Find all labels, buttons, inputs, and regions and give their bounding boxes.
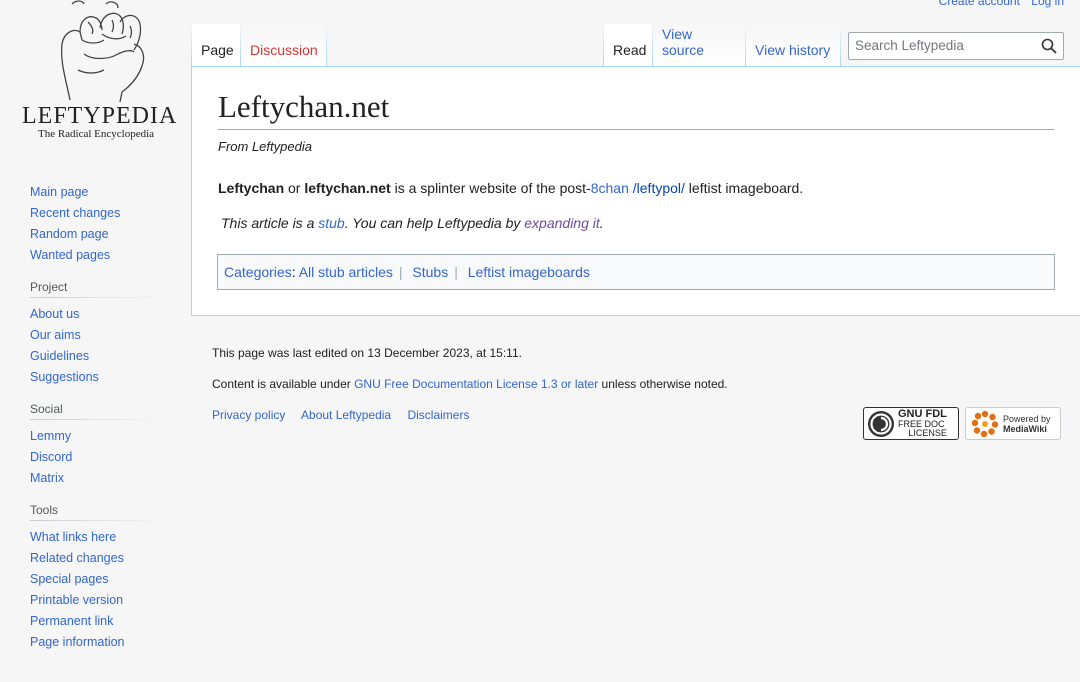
footer: This page was last edited on 13 December… <box>212 346 728 422</box>
page-title: Leftychan.net <box>218 87 1054 130</box>
category-link[interactable]: All stub articles <box>299 264 393 280</box>
link-leftypol[interactable]: /leftypol/ <box>633 180 685 196</box>
license-link[interactable]: GNU Free Documentation License 1.3 or la… <box>354 377 598 391</box>
link-8chan[interactable]: 8chan <box>591 180 629 196</box>
intro-paragraph: Leftychan or leftychan.net is a splinter… <box>218 180 804 196</box>
site-sub: From Leftypedia <box>218 139 312 154</box>
tab-read[interactable]: Read <box>604 24 652 66</box>
last-edited: This page was last edited on 13 December… <box>212 346 522 360</box>
tab-discussion[interactable]: Discussion <box>241 24 326 66</box>
sidebar-item-special-pages[interactable]: Special pages <box>30 572 109 586</box>
search-icon[interactable] <box>1041 38 1057 54</box>
tab-view-history[interactable]: View history <box>746 24 840 66</box>
tab-separator <box>840 24 841 66</box>
tab-view-source[interactable]: View source <box>653 24 745 66</box>
tab-view-history-label: View history <box>755 42 831 58</box>
sidebar-item-guidelines[interactable]: Guidelines <box>30 349 89 363</box>
logo-title: LEFTYPEDIA <box>22 103 178 129</box>
copyleft-icon <box>868 410 894 437</box>
category-links: Categories: All stub articles | Stubs | Le… <box>217 254 1055 290</box>
tab-discussion-label: Discussion <box>250 42 318 58</box>
categories-label[interactable]: Categories <box>224 264 292 280</box>
sidebar-item-recent-changes[interactable]: Recent changes <box>30 206 120 220</box>
tab-page-label: Page <box>201 42 234 58</box>
sidebar-item-suggestions[interactable]: Suggestions <box>30 370 99 384</box>
privacy-policy-link[interactable]: Privacy policy <box>212 408 285 422</box>
mediawiki-label: MediaWiki <box>1003 423 1047 434</box>
sidebar-item-discord[interactable]: Discord <box>30 450 72 464</box>
sidebar: Main page Recent changes Random page Wan… <box>30 182 170 653</box>
powered-by-label: Powered by <box>1003 413 1051 424</box>
sidebar-item-our-aims[interactable]: Our aims <box>30 328 81 342</box>
personal-tools: Create account Log in <box>931 0 1064 8</box>
sidebar-item-wanted-pages[interactable]: Wanted pages <box>30 248 110 262</box>
tab-read-label: Read <box>613 42 647 58</box>
stub-link[interactable]: stub <box>318 215 344 231</box>
tab-separator <box>326 24 327 66</box>
disclaimers-link[interactable]: Disclaimers <box>407 408 469 422</box>
search-box[interactable]: Search Leftypedia <box>848 32 1064 60</box>
sidebar-item-matrix[interactable]: Matrix <box>30 471 64 485</box>
portal-heading-project: Project <box>30 280 166 298</box>
navigation-portal: Main page Recent changes Random page Wan… <box>30 182 170 266</box>
bold-term: leftychan.net <box>304 180 391 196</box>
content-area: Leftychan.net From Leftypedia Leftychan … <box>191 66 1080 316</box>
tools-portal: What links here Related changes Special … <box>30 527 170 653</box>
stub-notice: This article is a stub. You can help Lef… <box>221 215 604 231</box>
footer-places: Privacy policy About Leftypedia Disclaim… <box>212 408 728 422</box>
footer-badges: GNU FDL FREE DOC LICENSE Powered by Medi… <box>863 407 1061 440</box>
tab-page[interactable]: Page <box>192 24 240 66</box>
sidebar-item-lemmy[interactable]: Lemmy <box>30 429 71 443</box>
create-account-link[interactable]: Create account <box>939 0 1020 8</box>
sidebar-item-page-information[interactable]: Page information <box>30 635 125 649</box>
search-input[interactable]: Search Leftypedia <box>855 38 964 53</box>
site-logo[interactable]: LEFTYPEDIA The Radical Encyclopedia <box>22 0 178 140</box>
about-link[interactable]: About Leftypedia <box>301 408 391 422</box>
project-portal: About us Our aims Guidelines Suggestions <box>30 304 170 388</box>
sidebar-item-about-us[interactable]: About us <box>30 307 79 321</box>
sidebar-item-related-changes[interactable]: Related changes <box>30 551 124 565</box>
gfdl-line3: LICENSE <box>908 428 947 438</box>
sidebar-item-permanent-link[interactable]: Permanent link <box>30 614 113 628</box>
portal-heading-social: Social <box>30 402 166 420</box>
social-portal: Lemmy Discord Matrix <box>30 426 170 489</box>
mediawiki-badge[interactable]: Powered by MediaWiki <box>965 407 1061 440</box>
tab-view-source-label: View source <box>662 26 705 58</box>
bold-term: Leftychan <box>218 180 285 196</box>
portal-heading-tools: Tools <box>30 503 166 521</box>
gfdl-badge[interactable]: GNU FDL FREE DOC LICENSE <box>863 407 959 440</box>
sidebar-item-what-links-here[interactable]: What links here <box>30 530 116 544</box>
mediawiki-flower-icon <box>971 410 999 437</box>
category-link[interactable]: Leftist imageboards <box>468 264 590 280</box>
logo-subtitle: The Radical Encyclopedia <box>37 128 155 140</box>
sidebar-item-printable-version[interactable]: Printable version <box>30 593 123 607</box>
login-link[interactable]: Log in <box>1031 0 1064 8</box>
category-link[interactable]: Stubs <box>412 264 448 280</box>
expanding-link[interactable]: expanding it <box>524 215 600 231</box>
sidebar-item-main-page[interactable]: Main page <box>30 185 88 199</box>
sidebar-item-random-page[interactable]: Random page <box>30 227 109 241</box>
raised-fist-icon <box>60 0 145 103</box>
license-info: Content is available under GNU Free Docu… <box>212 377 728 391</box>
